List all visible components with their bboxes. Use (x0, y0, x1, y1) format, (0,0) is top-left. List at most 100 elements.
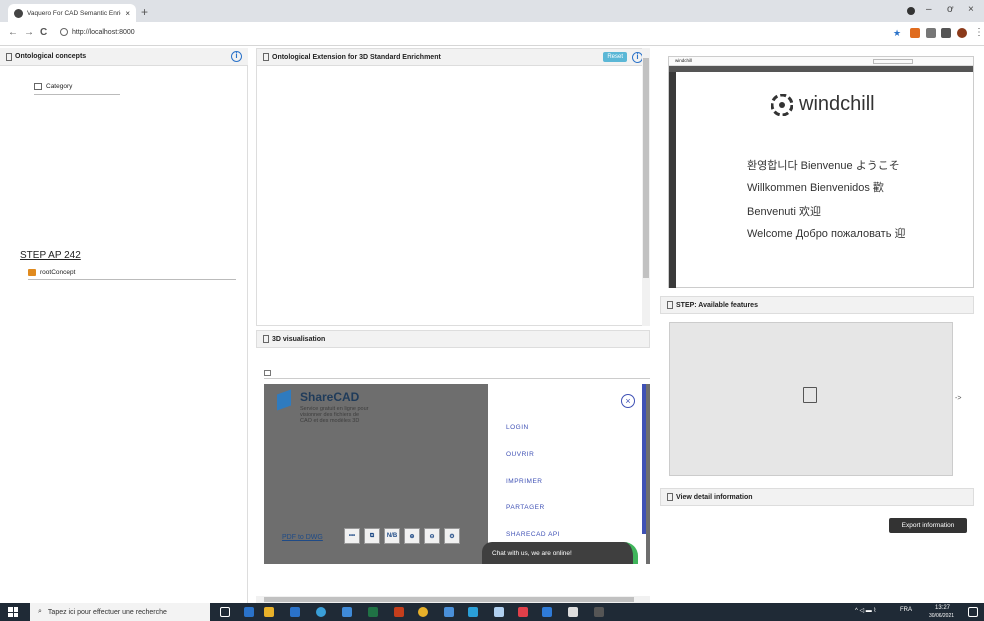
excel-icon[interactable] (368, 607, 378, 617)
reload-button[interactable]: C (40, 27, 47, 38)
close-window-button[interactable]: × (968, 4, 974, 15)
close-menu-button[interactable]: × (621, 394, 635, 408)
windchill-logo-text: windchill (799, 93, 875, 115)
menu-accent-bar (642, 384, 646, 534)
windchill-frame[interactable]: windchill windchill 환영합니다 Bienvenue ようこそ… (668, 56, 974, 288)
app-icon[interactable] (444, 607, 454, 617)
panel-title: STEP: Available features (676, 301, 758, 309)
divider (34, 94, 120, 95)
step-features-preview (669, 322, 953, 476)
scrollbar-thumb[interactable] (643, 58, 649, 278)
detail-info-header: View detail information (660, 488, 974, 506)
url-field[interactable]: http://localhost:8000 (60, 28, 135, 36)
app-icon[interactable] (290, 607, 300, 617)
greeting-line: Welcome Добро пожаловать 迎 (747, 228, 906, 240)
panel-title: Ontological concepts (15, 53, 87, 60)
site-favicon-icon (14, 8, 23, 18)
browser-tab-bar: Vaquero For CAD Semantic Enric × + – ơ × (0, 0, 984, 22)
extension-icon[interactable] (910, 28, 920, 38)
edge-icon[interactable] (316, 607, 326, 617)
notifications-icon[interactable] (968, 607, 978, 617)
url-text: http://localhost:8000 (72, 28, 135, 36)
browser-menu-icon[interactable]: ⋮ (974, 27, 984, 38)
search-placeholder: Tapez ici pour effectuer une recherche (47, 608, 167, 616)
more-tools-button[interactable]: ••• (344, 528, 360, 544)
windchill-logo: windchill (771, 93, 875, 116)
app-icon[interactable] (342, 607, 352, 617)
panel-title: Ontological Extension for 3D Standard En… (272, 53, 441, 61)
sharecad-viewer[interactable]: ShareCAD Service gratuit en ligne pour v… (264, 384, 650, 564)
step-features-header: STEP: Available features (660, 296, 974, 314)
windows-start-icon[interactable] (8, 607, 18, 617)
step-ap242-title[interactable]: STEP AP 242 (20, 250, 81, 261)
back-button[interactable]: ← (8, 27, 18, 38)
profile-icon[interactable] (907, 7, 915, 15)
site-info-icon[interactable] (60, 28, 68, 36)
document-icon (667, 301, 673, 309)
app-icon[interactable] (468, 607, 478, 617)
next-arrow[interactable]: -> (955, 395, 961, 402)
extensions-puzzle-icon[interactable] (941, 28, 951, 38)
file-explorer-icon[interactable] (264, 607, 274, 617)
tray-icons[interactable]: ^ ◁ ▬ ⌇ (855, 607, 876, 614)
sharecad-side-menu: × LOGIN OUVRIR IMPRIMER PARTAGER SHARECA… (488, 384, 646, 564)
menu-item-imprimer[interactable]: IMPRIMER (506, 478, 543, 485)
task-view-icon[interactable] (220, 607, 230, 617)
scrollbar[interactable] (642, 48, 650, 326)
app-icon[interactable] (518, 607, 528, 617)
windchill-header-brand: windchill (675, 58, 693, 63)
forward-button[interactable]: → (24, 27, 34, 38)
extension-icon[interactable] (926, 28, 936, 38)
horizontal-scrollbar[interactable] (256, 596, 650, 603)
windchill-nav-bar (669, 66, 973, 72)
tree-node-icon (34, 83, 42, 90)
bookmark-star-icon[interactable]: ★ (893, 28, 903, 38)
settings-button[interactable]: ⚙ (444, 528, 460, 544)
tree-item-root-concept[interactable]: rootConcept (28, 269, 75, 276)
document-icon (667, 493, 673, 501)
sharecad-title: ShareCAD (300, 390, 360, 404)
layers-button[interactable]: ⧉ (364, 528, 380, 544)
greeting-line: Willkommen Bienvenidos 歡 (747, 182, 884, 194)
maximize-button[interactable]: ơ (947, 4, 954, 15)
pdf-to-dwg-link[interactable]: PDF to DWG (282, 534, 323, 541)
menu-item-ouvrir[interactable]: OUVRIR (506, 451, 534, 458)
app-icon[interactable] (568, 607, 578, 617)
home-icon (28, 269, 36, 276)
windchill-search-input[interactable] (873, 59, 913, 64)
menu-item-partager[interactable]: PARTAGER (506, 504, 545, 511)
tab-close-icon[interactable]: × (125, 9, 130, 18)
export-information-button[interactable]: Export information (889, 518, 967, 533)
scrollbar-thumb[interactable] (264, 597, 634, 602)
new-tab-button[interactable]: + (141, 5, 148, 19)
black-white-button[interactable]: N/B (384, 528, 400, 544)
zoom-out-button[interactable]: ⊖ (424, 528, 440, 544)
browser-tab[interactable]: Vaquero For CAD Semantic Enric × (8, 4, 136, 22)
info-icon[interactable]: i (231, 51, 242, 62)
divider (28, 279, 236, 280)
powerpoint-icon[interactable] (394, 607, 404, 617)
terminal-icon[interactable] (594, 607, 604, 617)
left-column: Ontological concepts i Category STEP AP … (0, 48, 248, 603)
zoom-in-button[interactable]: ⊕ (404, 528, 420, 544)
app-icon[interactable] (244, 607, 254, 617)
taskbar-search[interactable]: ⌕ Tapez ici pour effectuer une recherche (30, 603, 210, 621)
minimize-button[interactable]: – (926, 4, 932, 15)
tree-item-category[interactable]: Category (34, 83, 72, 90)
reset-button[interactable]: Reset (603, 52, 627, 62)
address-bar: ← → C http://localhost:8000 ★ ⋮ (0, 22, 984, 46)
ontological-concepts-header: Ontological concepts i (0, 48, 248, 66)
windchill-logo-icon (771, 93, 793, 116)
chrome-icon[interactable] (418, 607, 428, 617)
chat-widget[interactable]: Chat with us, we are online! (482, 542, 638, 564)
menu-item-sharecad-api[interactable]: SHARECAD API (506, 531, 560, 538)
clock-time[interactable]: 13:27 (935, 605, 950, 611)
document-icon (263, 335, 269, 343)
user-avatar-icon[interactable] (957, 28, 967, 38)
app-icon[interactable] (494, 607, 504, 617)
clock-date[interactable]: 30/06/2021 (929, 613, 954, 619)
vscode-icon[interactable] (542, 607, 552, 617)
menu-item-login[interactable]: LOGIN (506, 424, 529, 431)
language-indicator[interactable]: FRA (900, 607, 912, 613)
windows-taskbar: ⌕ Tapez ici pour effectuer une recherche… (0, 603, 984, 621)
